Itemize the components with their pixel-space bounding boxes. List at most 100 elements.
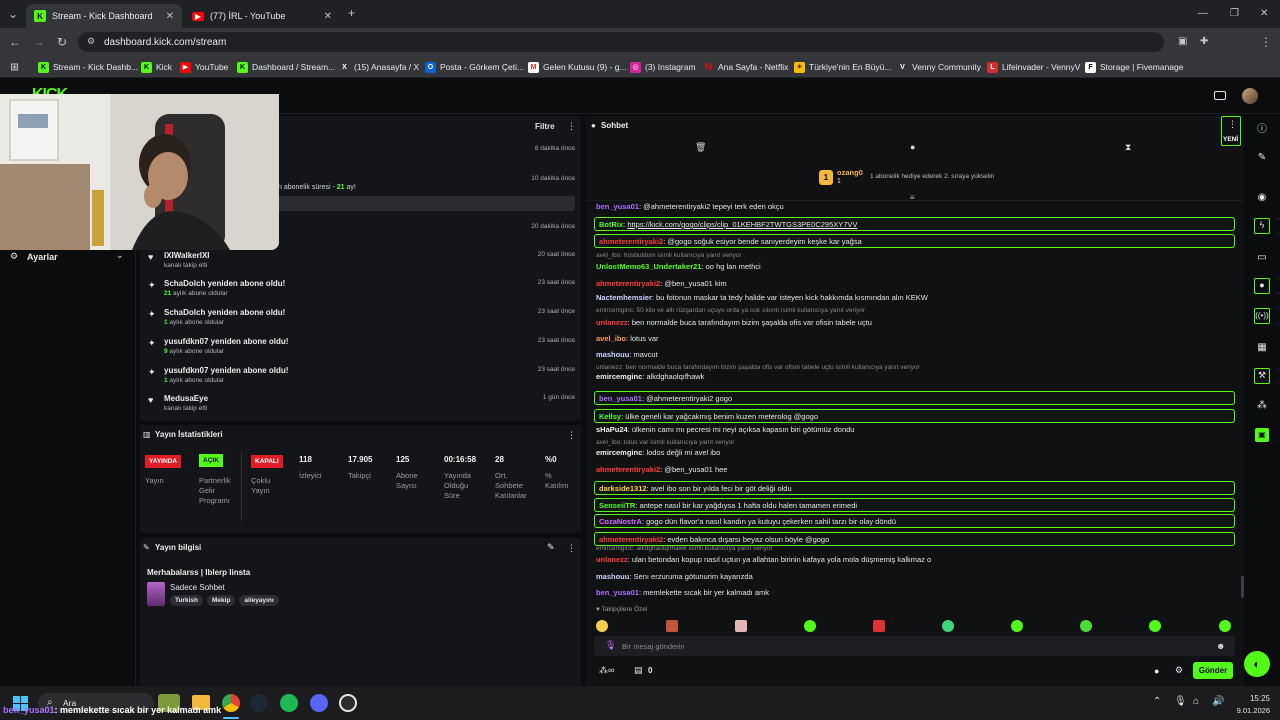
help-chat-icon[interactable]: ◐ <box>1244 651 1270 677</box>
chat-username[interactable]: avel_ibo <box>596 334 626 343</box>
chat-message[interactable]: emircemginc: alkdghaolqıfhawk <box>596 372 704 381</box>
emote[interactable] <box>596 620 608 632</box>
chat-username[interactable]: Nactemhemsier <box>596 293 652 302</box>
chat-message[interactable]: BotRix: https://kick.com/gogo/clips/clip… <box>594 217 1235 231</box>
chat-username[interactable]: ahmeterentiryaki2 <box>596 465 660 474</box>
lightning-icon[interactable]: ϟ <box>1254 218 1270 234</box>
steam-icon[interactable] <box>250 694 268 712</box>
emote[interactable] <box>942 620 954 632</box>
more-options-icon[interactable]: ⋮ <box>567 543 576 554</box>
chat-message[interactable]: ahmeterentiryaki2: @gogo soğuk esiyor be… <box>594 234 1235 248</box>
back-icon[interactable]: ← <box>9 36 21 48</box>
filter-button[interactable]: Filtre <box>535 122 555 131</box>
chat-message[interactable]: ben_yusa01: @ahmeterentiryaki2 gogo <box>594 391 1235 405</box>
emote[interactable] <box>735 620 747 632</box>
close-tab-icon[interactable]: ✕ <box>166 11 174 22</box>
chat-message[interactable]: SenseiiTR: antepe nasıl bir kar yağdıysa… <box>594 498 1235 512</box>
gift-icon[interactable]: ▤ <box>634 665 643 676</box>
chat-username[interactable]: mashouu <box>596 572 629 581</box>
sidebar-item-settings[interactable]: Ayarlar <box>27 252 58 262</box>
chat-username[interactable]: SenseiiTR <box>599 501 635 510</box>
chat-message[interactable]: CozaNostrA: gogo dün flavor'a nasıl kand… <box>594 514 1235 528</box>
forward-icon[interactable]: → <box>33 36 45 48</box>
chat-username[interactable]: darkside1312 <box>599 484 647 493</box>
emote[interactable] <box>1149 620 1161 632</box>
points-icon[interactable]: ⁂∞ <box>599 665 614 676</box>
apps-grid-icon[interactable]: ⊞ <box>9 60 24 74</box>
chat-username[interactable]: unlanezz <box>596 555 628 564</box>
microphone-icon[interactable]: 🎙 <box>605 640 616 651</box>
chat-message[interactable]: ahmeterentiryaki2: @ben_yusa01 kim <box>596 279 727 288</box>
obs-icon[interactable] <box>339 694 357 712</box>
tab-kick-dashboard[interactable]: K Stream - Kick Dashboard ✕ <box>26 4 182 28</box>
bookmark-kick[interactable]: K Kick <box>141 60 172 74</box>
chat-username[interactable]: sHaPu24 <box>596 425 628 434</box>
microphone-icon[interactable]: 🎙 <box>1174 696 1187 707</box>
chrome-icon[interactable] <box>222 694 240 712</box>
chat-username[interactable]: ahmeterentiryaki2 <box>599 237 663 246</box>
emoji-icon[interactable]: ☻ <box>1216 641 1225 651</box>
tab-youtube[interactable]: ▶ (77) İRL - YouTube ✕ <box>184 4 340 28</box>
bookmark-x[interactable]: X (15) Anasayfa / X <box>339 60 419 74</box>
chat-username[interactable]: ben_yusa01 <box>596 588 639 597</box>
chat-username[interactable]: CozaNostrA <box>599 517 642 526</box>
chat-username[interactable]: ben_yusa01 <box>596 202 639 211</box>
emote[interactable] <box>666 620 678 632</box>
list-icon[interactable]: ▦ <box>1256 342 1268 354</box>
hourglass-icon[interactable]: ⧗ <box>1125 142 1131 153</box>
bookmark-gmail[interactable]: M Gelen Kutusu (9) - g... <box>528 60 627 74</box>
network-icon[interactable]: ⌂ <box>1193 696 1199 707</box>
discord-icon[interactable] <box>310 694 328 712</box>
spotify-icon[interactable] <box>280 694 298 712</box>
address-bar[interactable]: ⚙ dashboard.kick.com/stream <box>78 32 1164 52</box>
close-tab-icon[interactable]: ✕ <box>324 11 332 22</box>
new-tab-icon[interactable]: + <box>348 7 355 19</box>
extensions-puzzle-icon[interactable]: ✚ <box>1200 36 1208 48</box>
chat-username[interactable]: ahmeterentiryaki2 <box>596 279 660 288</box>
chat-bubble-icon[interactable]: ● <box>1254 278 1270 294</box>
chat-message[interactable]: ahmeterentiryaki2: @ben_yusa01 hee <box>596 465 727 474</box>
clock-time[interactable]: 15:25 <box>1232 694 1270 703</box>
bookmark-dashboard-stream[interactable]: K Dashboard / Stream... <box>237 60 335 74</box>
chat-username[interactable]: ben_yusa01 <box>599 394 642 403</box>
chat-more-options[interactable]: ⋮ YENİ <box>1221 116 1241 146</box>
chevron-down-icon[interactable]: ⌄ <box>116 250 124 261</box>
chat-message[interactable]: emircemginc: lodos değli mi avel ibo <box>596 448 720 457</box>
close-window-icon[interactable]: ✕ <box>1260 8 1268 20</box>
settings-gear-icon[interactable]: ⚙ <box>1175 665 1183 676</box>
bookmark-turkiye[interactable]: ☀ Türkiye'nin En Büyü... <box>794 60 891 74</box>
share-nodes-icon[interactable]: ⁂ <box>1256 400 1268 412</box>
chat-username[interactable]: BotRix <box>599 220 623 229</box>
chat-message[interactable]: Kellsy: ülke geneli kar yağcakmış benim … <box>594 409 1235 423</box>
bookmark-fivemanage[interactable]: F Storage | Fivemanage <box>1085 60 1183 74</box>
tray-chevron-icon[interactable]: ⌃ <box>1153 696 1161 707</box>
chat-message[interactable]: sHaPu24: ülkenin camı mı pecresi mi neyi… <box>596 425 854 434</box>
chat-username[interactable]: UnlostMemo63_Undertaker21 <box>596 262 701 271</box>
maximize-icon[interactable]: ❐ <box>1230 8 1239 20</box>
emote[interactable] <box>1219 620 1231 632</box>
chat-settings-bubble-icon[interactable]: ● <box>1154 666 1159 676</box>
info-icon[interactable]: ⓘ <box>1256 124 1268 136</box>
more-options-icon[interactable]: ⋮ <box>567 121 576 132</box>
chat-message[interactable]: darkside1312: avel ibo son bir yılda fec… <box>594 481 1235 495</box>
chat-message[interactable]: UnlostMemo63_Undertaker21: oo hg lan met… <box>596 262 761 271</box>
chat-username[interactable]: mashouu <box>596 350 629 359</box>
chat-message[interactable]: unlanezz: ulan betondan kopup nasıl uçtu… <box>596 555 931 564</box>
chat-username[interactable]: unlanezz <box>596 318 628 327</box>
chat-message[interactable]: mashouu: Senı erzuruma götunurim kayarız… <box>596 572 753 581</box>
notes-icon[interactable]: ▭ <box>1256 252 1268 264</box>
chat-message[interactable]: unlanezz: ben normalde buca tarafındayım… <box>596 318 872 327</box>
bookmark-venny[interactable]: V Venny Community <box>897 60 981 74</box>
chat-username[interactable]: emircemginc <box>596 372 642 381</box>
tab-search-icon[interactable]: ⌄ <box>8 8 18 20</box>
chat-input[interactable]: 🎙 Bir mesaj gönderin ☻ <box>594 636 1235 656</box>
chat-username[interactable]: Kellsy <box>599 412 621 421</box>
bookmark-youtube[interactable]: ▶ YouTube <box>180 60 228 74</box>
chat-message[interactable]: Nactemhemsier: bu fotonun maskar ta tedy… <box>596 293 928 302</box>
chat-message[interactable]: ahmeterentiryaki2: evden bakınca dışarsı… <box>594 532 1235 546</box>
bookmark-posta[interactable]: O Posta - Görkem Çeti... <box>425 60 524 74</box>
edit-pencil-icon[interactable]: ✎ <box>1256 152 1268 164</box>
bookmark-netflix[interactable]: N Ana Sayfa - Netflix <box>703 60 789 74</box>
chat-username[interactable]: ahmeterentiryaki2 <box>599 535 663 544</box>
creator-icon[interactable] <box>1214 91 1226 100</box>
